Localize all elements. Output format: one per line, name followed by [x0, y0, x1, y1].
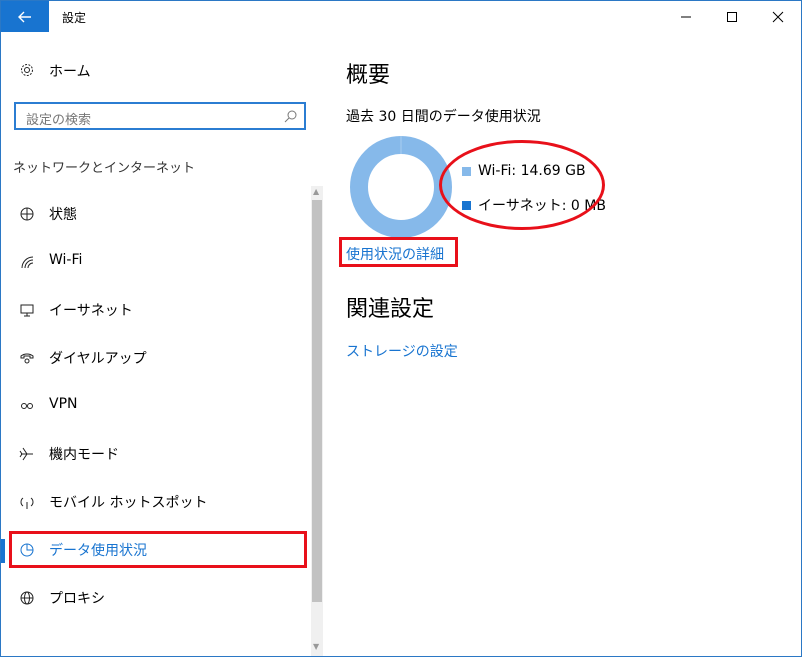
main-content: 概要 過去 30 日間のデータ使用状況 Wi-Fi: 14.69 GB イーサネ… — [323, 32, 801, 656]
title-bar: 設定 — [1, 1, 801, 32]
pie-chart-icon — [18, 541, 36, 559]
sidebar-item-proxy[interactable]: プロキシ — [1, 578, 311, 618]
usage-donut-chart — [350, 136, 452, 238]
home-label: ホーム — [49, 64, 91, 80]
sidebar-item-vpn[interactable]: VPN — [1, 386, 311, 426]
usage-subheading: 過去 30 日間のデータ使用状況 — [346, 109, 541, 125]
sidebar-item-label: モバイル ホットスポット — [49, 495, 208, 511]
sidebar-item-data-usage[interactable]: データ使用状況 — [1, 530, 311, 570]
sidebar-item-label: イーサネット — [49, 303, 133, 319]
sidebar-item-label: 状態 — [49, 207, 77, 223]
minimize-button[interactable] — [663, 1, 709, 32]
window-title: 設定 — [62, 11, 87, 25]
dialup-icon — [18, 349, 36, 367]
globe-icon — [18, 589, 36, 607]
sidebar-item-hotspot[interactable]: モバイル ホットスポット — [1, 482, 311, 522]
scroll-up-icon[interactable]: ▲ — [313, 187, 319, 196]
sidebar-item-label: ダイヤルアップ — [49, 351, 147, 367]
settings-window: 設定 ホーム 設定の検索 ネットワークとインターネット 状態 Wi-Fi イーサ… — [0, 0, 802, 657]
close-icon — [772, 11, 784, 22]
legend-wifi-label: Wi-Fi: 14.69 GB — [478, 163, 586, 179]
sidebar-item-wifi[interactable]: Wi-Fi — [1, 242, 311, 282]
sidebar-scrollbar[interactable]: ▲ ▼ — [311, 186, 323, 656]
annotation-ellipse — [439, 140, 605, 230]
scroll-down-icon[interactable]: ▼ — [313, 642, 319, 651]
scrollbar-thumb[interactable] — [312, 200, 322, 602]
vpn-icon — [18, 397, 36, 415]
back-button[interactable] — [1, 1, 49, 32]
sidebar-item-label: 機内モード — [49, 447, 119, 463]
sidebar-item-label: VPN — [49, 396, 78, 412]
gear-icon — [18, 61, 36, 79]
sidebar-item-status[interactable]: 状態 — [1, 194, 311, 234]
legend-wifi: Wi-Fi: 14.69 GB — [462, 163, 586, 179]
sidebar-item-label: Wi-Fi — [49, 252, 83, 268]
sidebar-item-ethernet[interactable]: イーサネット — [1, 290, 311, 330]
legend-ethernet-label: イーサネット: 0 MB — [478, 198, 606, 214]
usage-details-link[interactable]: 使用状況の詳細 — [346, 244, 444, 264]
hotspot-icon — [18, 493, 36, 511]
search-input[interactable]: 設定の検索 — [14, 102, 306, 130]
page-title: 概要 — [346, 63, 391, 88]
close-button[interactable] — [755, 1, 801, 32]
airplane-icon — [18, 445, 36, 463]
back-arrow-icon — [18, 11, 31, 22]
sidebar-item-label: データ使用状況 — [49, 543, 147, 559]
home-nav-item[interactable]: ホーム — [1, 56, 323, 84]
search-placeholder: 設定の検索 — [26, 113, 92, 128]
legend-swatch-wifi — [462, 166, 471, 176]
minimize-icon — [681, 16, 691, 17]
sidebar-item-dialup[interactable]: ダイヤルアップ — [1, 338, 311, 378]
maximize-button[interactable] — [709, 1, 755, 32]
maximize-icon — [727, 11, 737, 22]
sidebar: ホーム 設定の検索 ネットワークとインターネット 状態 Wi-Fi イーサネット… — [1, 32, 323, 656]
wifi-icon — [18, 253, 36, 271]
legend-swatch-ethernet — [462, 200, 471, 210]
search-icon — [284, 110, 297, 123]
storage-settings-link[interactable]: ストレージの設定 — [346, 341, 458, 361]
related-settings-heading: 関連設定 — [346, 297, 435, 322]
sidebar-item-airplane[interactable]: 機内モード — [1, 434, 311, 474]
active-indicator — [1, 539, 5, 563]
legend-ethernet: イーサネット: 0 MB — [462, 195, 606, 215]
sidebar-item-label: プロキシ — [49, 591, 105, 607]
section-title: ネットワークとインターネット — [13, 161, 196, 176]
ethernet-icon — [18, 301, 36, 319]
globe-status-icon — [18, 205, 36, 223]
